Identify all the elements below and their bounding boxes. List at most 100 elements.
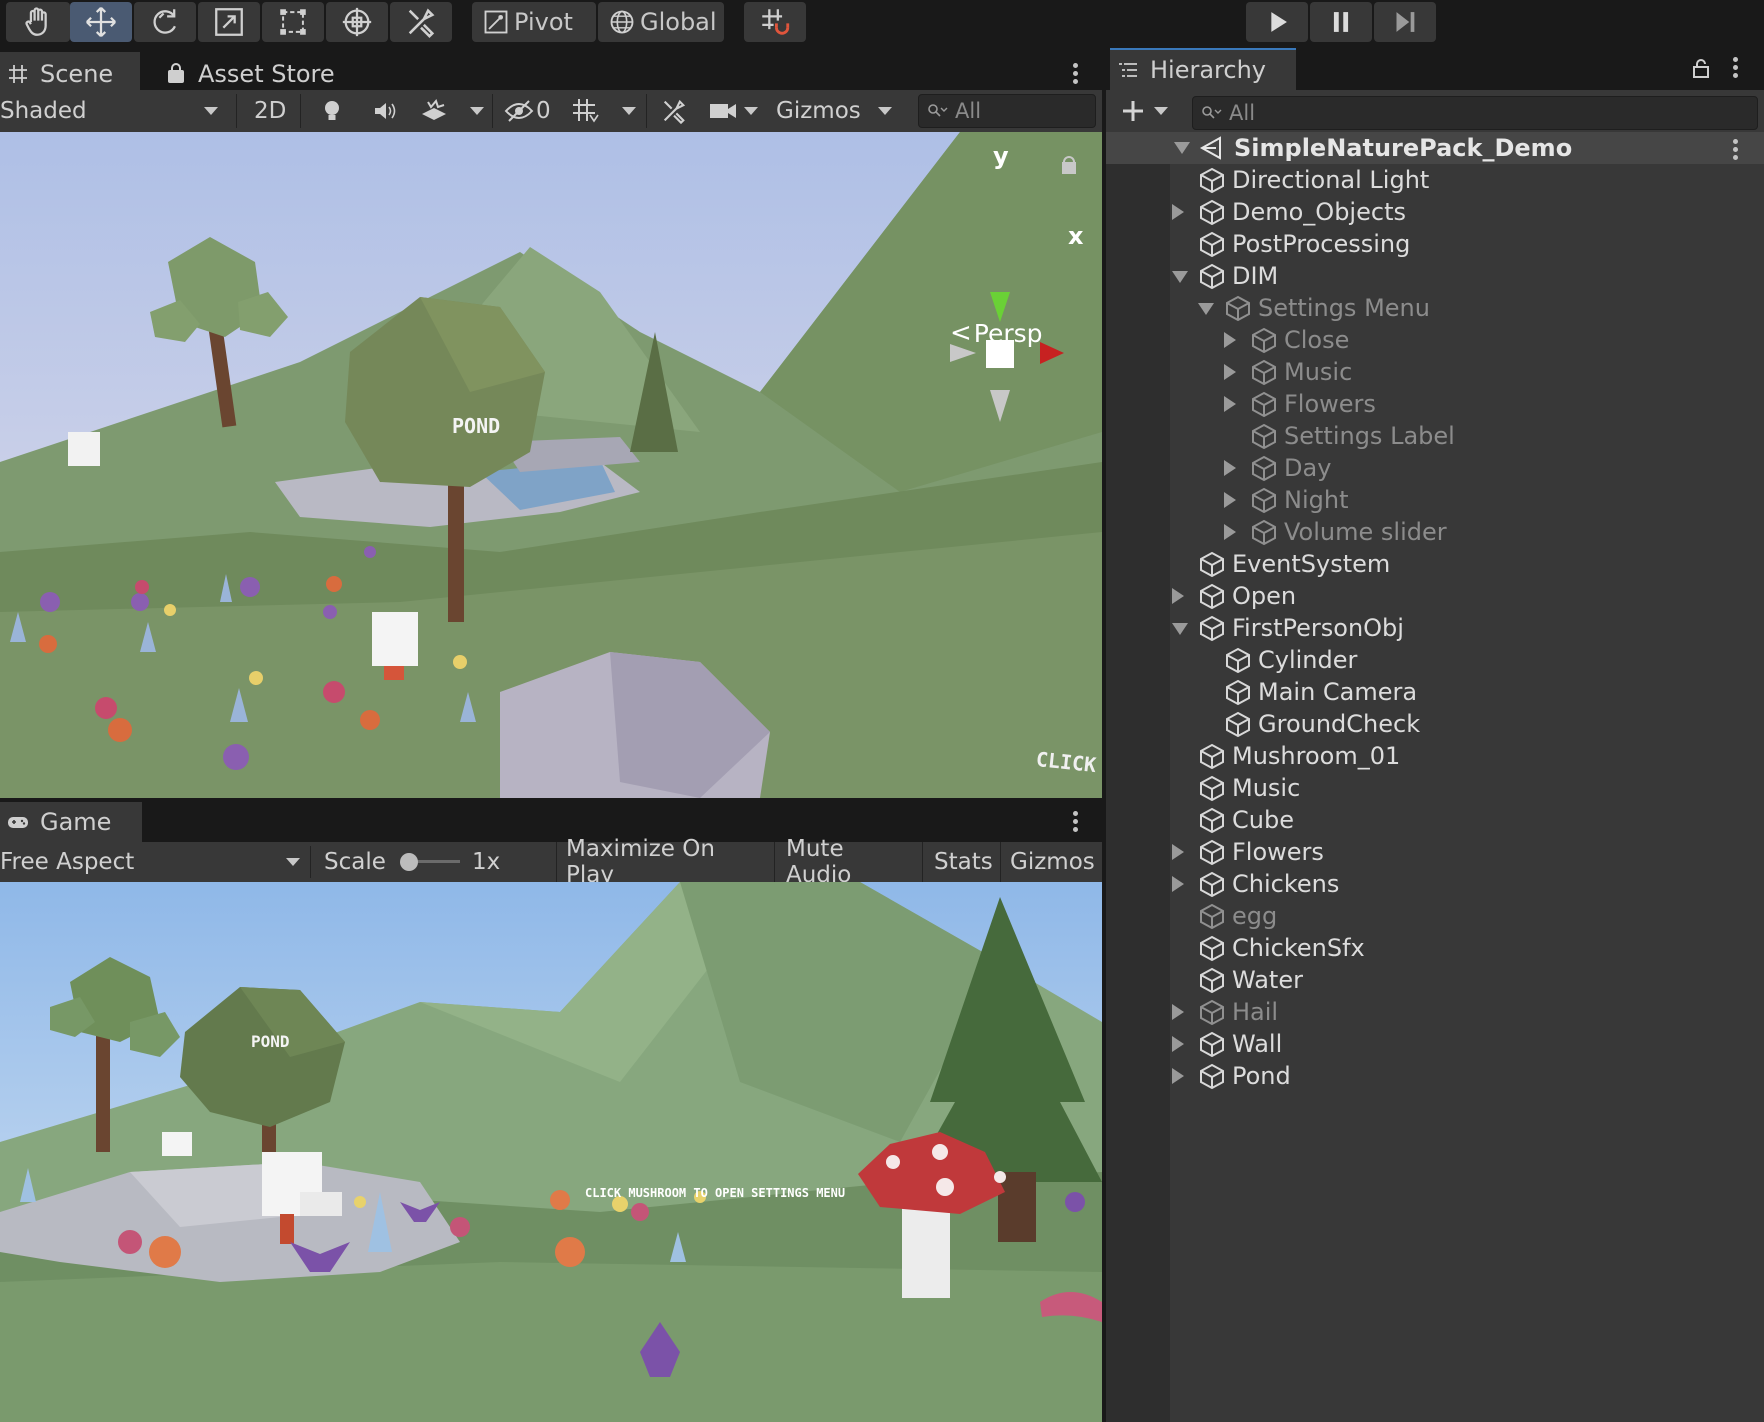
- chevron-down-icon[interactable]: [1174, 142, 1190, 154]
- rotate-tool-button[interactable]: [134, 2, 196, 42]
- rect-tool-button[interactable]: [262, 2, 324, 42]
- hierarchy-item[interactable]: Settings Menu: [1106, 292, 1764, 324]
- pivot-toggle[interactable]: Pivot: [472, 2, 596, 42]
- scene-panel-menu-icon[interactable]: [1073, 60, 1079, 87]
- gameobject-cube-icon: [1250, 422, 1278, 450]
- hierarchy-item[interactable]: egg: [1106, 900, 1764, 932]
- hierarchy-item[interactable]: DIM: [1106, 260, 1764, 292]
- scale-slider-handle[interactable]: [400, 853, 418, 871]
- hierarchy-menu-icon[interactable]: [1733, 54, 1739, 81]
- transform-tool-button[interactable]: [326, 2, 388, 42]
- hierarchy-item[interactable]: Settings Label: [1106, 420, 1764, 452]
- hierarchy-item[interactable]: Main Camera: [1106, 676, 1764, 708]
- chevron-right-icon[interactable]: [1172, 1036, 1184, 1052]
- hierarchy-item[interactable]: Wall: [1106, 1028, 1764, 1060]
- hierarchy-item[interactable]: Hail: [1106, 996, 1764, 1028]
- global-toggle[interactable]: Global: [598, 2, 724, 42]
- hierarchy-item[interactable]: Cylinder: [1106, 644, 1764, 676]
- chevron-right-icon[interactable]: [1172, 588, 1184, 604]
- tools-icon: [663, 99, 686, 125]
- gizmos-dropdown-icon[interactable]: [878, 107, 892, 115]
- hierarchy-item[interactable]: Volume slider: [1106, 516, 1764, 548]
- aspect-dropdown[interactable]: Free Aspect: [0, 842, 306, 882]
- play-button[interactable]: [1246, 2, 1308, 42]
- chevron-right-icon[interactable]: [1224, 460, 1236, 476]
- game-tab-strip: Game: [0, 802, 1102, 842]
- hierarchy-search-input[interactable]: All: [1192, 96, 1758, 130]
- camera-dropdown-icon[interactable]: [744, 107, 758, 115]
- hierarchy-item[interactable]: Directional Light: [1106, 164, 1764, 196]
- hierarchy-item[interactable]: GroundCheck: [1106, 708, 1764, 740]
- hierarchy-item[interactable]: Music: [1106, 772, 1764, 804]
- chevron-right-icon[interactable]: [1172, 1068, 1184, 1084]
- hierarchy-item[interactable]: Music: [1106, 356, 1764, 388]
- create-object-button[interactable]: [1120, 96, 1180, 126]
- hierarchy-item[interactable]: FirstPersonObj: [1106, 612, 1764, 644]
- scene-root-row[interactable]: SimpleNaturePack_Demo: [1106, 132, 1764, 164]
- hierarchy-item[interactable]: Demo_Objects: [1106, 196, 1764, 228]
- hand-tool-button[interactable]: [6, 2, 70, 42]
- chevron-down-icon[interactable]: [1172, 271, 1188, 283]
- hierarchy-item[interactable]: Flowers: [1106, 388, 1764, 420]
- grid-snap-button[interactable]: [744, 2, 806, 42]
- scene-visibility-toggle[interactable]: 0: [504, 90, 560, 132]
- hierarchy-item[interactable]: EventSystem: [1106, 548, 1764, 580]
- hierarchy-item[interactable]: PostProcessing: [1106, 228, 1764, 260]
- chevron-right-icon[interactable]: [1224, 492, 1236, 508]
- chevron-down-icon[interactable]: [1172, 623, 1188, 635]
- scene-audio-toggle[interactable]: [372, 90, 402, 132]
- shading-mode-dropdown[interactable]: Shaded: [0, 90, 226, 132]
- hierarchy-item[interactable]: Mushroom_01: [1106, 740, 1764, 772]
- chevron-right-icon[interactable]: [1172, 844, 1184, 860]
- hierarchy-item[interactable]: Chickens: [1106, 868, 1764, 900]
- grid-toggle[interactable]: [570, 90, 600, 132]
- chevron-right-icon[interactable]: [1172, 876, 1184, 892]
- scene-root-menu-icon[interactable]: [1733, 136, 1739, 163]
- stats-toggle[interactable]: Stats: [934, 842, 994, 882]
- gizmo-x-label: x: [1068, 222, 1084, 250]
- maximize-on-play-toggle[interactable]: Maximize On Play: [566, 836, 766, 888]
- chevron-right-icon[interactable]: [1172, 204, 1184, 220]
- custom-tool-button[interactable]: [390, 2, 452, 42]
- hierarchy-item[interactable]: ChickenSfx: [1106, 932, 1764, 964]
- hierarchy-item[interactable]: Pond: [1106, 1060, 1764, 1092]
- step-button[interactable]: [1374, 2, 1436, 42]
- scene-render: [0, 132, 1102, 798]
- chevron-right-icon[interactable]: [1224, 332, 1236, 348]
- hierarchy-item[interactable]: Night: [1106, 484, 1764, 516]
- tab-hierarchy[interactable]: Hierarchy: [1110, 48, 1296, 90]
- game-gizmos-toggle[interactable]: Gizmos: [1010, 842, 1100, 882]
- chevron-right-icon[interactable]: [1224, 364, 1236, 380]
- grid-dropdown-icon[interactable]: [622, 107, 636, 115]
- chevron-right-icon[interactable]: [1224, 524, 1236, 540]
- game-panel-menu-icon[interactable]: [1073, 808, 1079, 835]
- scene-effects-toggle[interactable]: [420, 90, 450, 132]
- tools-toggle[interactable]: [660, 90, 688, 132]
- game-view[interactable]: POND CLICK MUSHROOM TO OPEN SETTINGS MEN…: [0, 882, 1102, 1422]
- toggle-2d-button[interactable]: 2D: [254, 90, 286, 132]
- hierarchy-item-label: Directional Light: [1232, 166, 1430, 194]
- hierarchy-item[interactable]: Open: [1106, 580, 1764, 612]
- chevron-right-icon[interactable]: [1172, 1004, 1184, 1020]
- projection-toggle[interactable]: < Persp: [950, 318, 1043, 348]
- camera-settings-button[interactable]: [708, 90, 742, 132]
- effects-dropdown-icon[interactable]: [470, 107, 484, 115]
- chevron-right-icon[interactable]: [1224, 396, 1236, 412]
- hierarchy-item[interactable]: Close: [1106, 324, 1764, 356]
- lock-icon[interactable]: [1692, 58, 1710, 78]
- scale-tool-button[interactable]: [198, 2, 260, 42]
- pause-button[interactable]: [1310, 2, 1372, 42]
- hierarchy-item[interactable]: Day: [1106, 452, 1764, 484]
- tab-game[interactable]: Game: [0, 802, 142, 842]
- chevron-down-icon[interactable]: [1198, 303, 1214, 315]
- hierarchy-item-label: Music: [1232, 774, 1301, 802]
- scene-lighting-toggle[interactable]: [320, 90, 348, 132]
- move-tool-button[interactable]: [70, 2, 132, 42]
- mute-audio-toggle[interactable]: Mute Audio: [786, 836, 916, 888]
- hierarchy-item[interactable]: Flowers: [1106, 836, 1764, 868]
- scene-search-input[interactable]: All: [918, 94, 1096, 128]
- scene-view[interactable]: y x < Persp POND CLICK: [0, 132, 1102, 798]
- hierarchy-item[interactable]: Cube: [1106, 804, 1764, 836]
- hierarchy-item[interactable]: Water: [1106, 964, 1764, 996]
- gizmos-button[interactable]: Gizmos: [776, 90, 866, 132]
